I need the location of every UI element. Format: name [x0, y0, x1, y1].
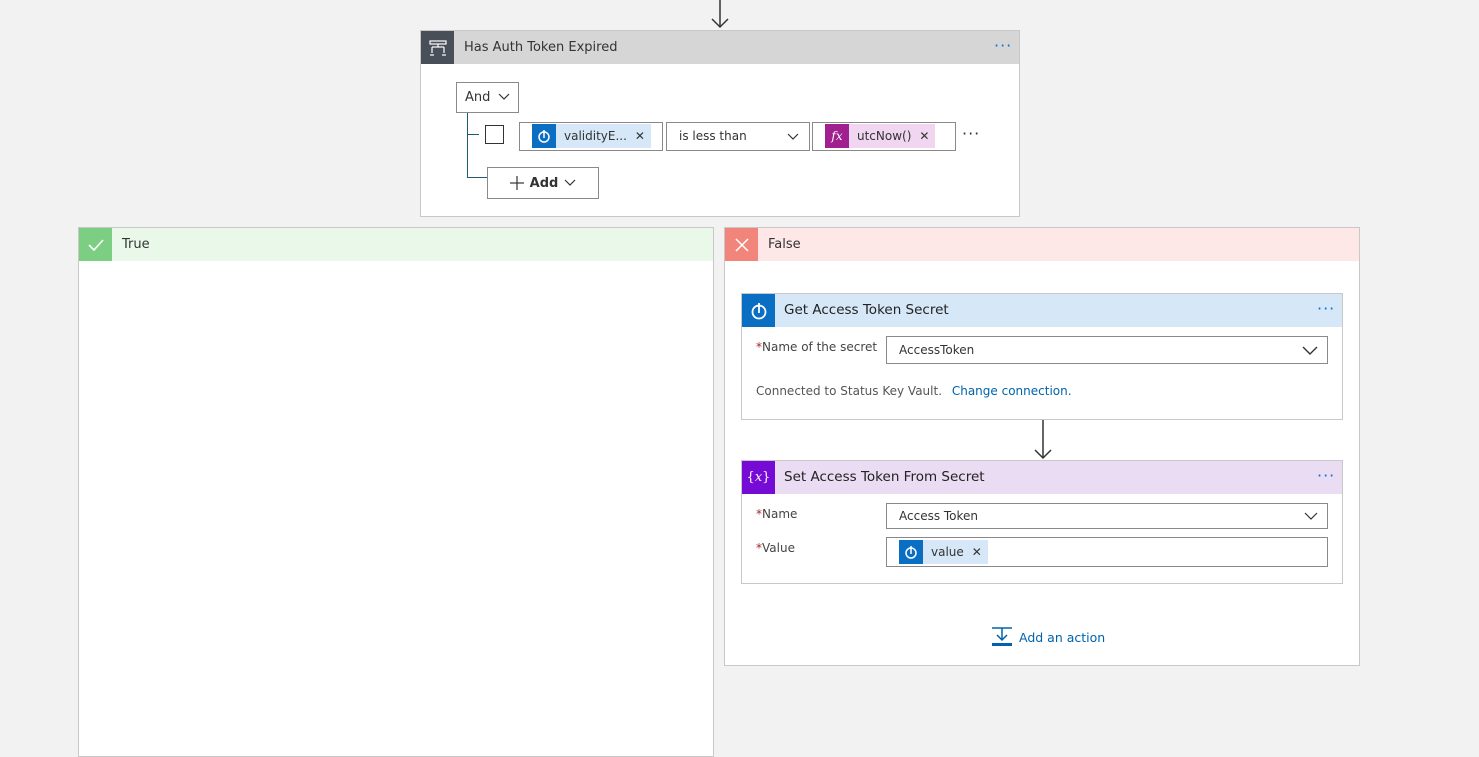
value-token-label: value: [931, 545, 964, 559]
key-vault-icon: [742, 294, 775, 327]
add-button-label: Add: [529, 175, 559, 191]
chevron-down-icon: [787, 133, 799, 140]
set-variable-more-menu[interactable]: ···: [1317, 461, 1335, 494]
tree-branch: [467, 177, 487, 178]
arrow-down-icon: [1034, 420, 1052, 460]
left-operand-field[interactable]: validityE... ✕: [519, 122, 663, 151]
tree-branch: [467, 134, 479, 135]
false-branch-label: False: [768, 237, 801, 252]
variable-value-field[interactable]: value ✕: [886, 537, 1328, 567]
validity-token-label: validityE...: [564, 129, 627, 143]
comparator-label: is less than: [679, 129, 747, 143]
add-action-icon: [992, 627, 1012, 646]
close-icon[interactable]: ✕: [635, 129, 651, 143]
set-variable-action: {x} Set Access Token From Secret ··· *Na…: [741, 460, 1343, 584]
get-secret-more-menu[interactable]: ···: [1317, 294, 1335, 327]
key-vault-icon: [899, 540, 923, 564]
get-secret-action: Get Access Token Secret ··· *Name of the…: [741, 293, 1343, 420]
and-operator-dropdown[interactable]: And: [456, 82, 519, 113]
variable-value-label: *Value: [756, 541, 795, 555]
condition-header[interactable]: Has Auth Token Expired ···: [421, 31, 1019, 64]
and-operator-label: And: [465, 90, 491, 105]
condition-more-menu[interactable]: ···: [994, 31, 1012, 64]
value-token[interactable]: value ✕: [899, 540, 988, 564]
secret-name-value: AccessToken: [899, 343, 975, 357]
add-button[interactable]: Add: [487, 167, 599, 199]
connection-info: Connected to Status Key Vault. Change co…: [756, 384, 1072, 398]
right-operand-field[interactable]: fx utcNow() ✕: [812, 122, 956, 151]
true-branch-panel: True: [78, 227, 714, 757]
true-branch-label: True: [122, 237, 150, 252]
get-secret-title: Get Access Token Secret: [784, 302, 949, 318]
condition-card: Has Auth Token Expired ··· And validityE…: [420, 30, 1020, 217]
utcnow-token-label: utcNow(): [857, 129, 912, 143]
plus-icon: [509, 176, 524, 190]
key-vault-icon: [532, 124, 556, 148]
comparator-dropdown[interactable]: is less than: [666, 122, 810, 151]
set-variable-header[interactable]: {x} Set Access Token From Secret ···: [742, 461, 1342, 494]
set-variable-title: Set Access Token From Secret: [784, 469, 985, 485]
close-icon[interactable]: ✕: [919, 129, 935, 143]
secret-name-dropdown[interactable]: AccessToken: [886, 336, 1328, 364]
variable-name-value: Access Token: [899, 509, 979, 523]
add-action-button[interactable]: Add an action: [991, 626, 1105, 648]
add-action-label: Add an action: [1019, 629, 1106, 645]
true-branch-header[interactable]: True: [79, 228, 713, 261]
connection-text: Connected to Status Key Vault.: [756, 384, 943, 398]
get-secret-header[interactable]: Get Access Token Secret ···: [742, 294, 1342, 327]
condition-title: Has Auth Token Expired: [464, 40, 618, 55]
row-checkbox[interactable]: [485, 125, 504, 144]
condition-icon: [421, 31, 454, 64]
false-branch-header[interactable]: False: [725, 228, 1359, 261]
variable-name-label: *Name: [756, 507, 798, 521]
fx-icon: fx: [825, 124, 849, 148]
chevron-down-icon: [498, 93, 510, 100]
tree-line: [467, 113, 468, 178]
chevron-down-icon: [564, 179, 576, 186]
variable-name-dropdown[interactable]: Access Token: [886, 503, 1328, 529]
close-icon: [725, 228, 758, 261]
chevron-down-icon: [1302, 346, 1318, 355]
close-icon[interactable]: ✕: [972, 539, 988, 565]
change-connection-link[interactable]: Change connection.: [952, 384, 1072, 398]
chevron-down-icon: [1304, 512, 1318, 520]
check-icon: [79, 228, 112, 261]
secret-name-label: *Name of the secret: [756, 340, 878, 354]
variable-icon: {x}: [742, 461, 775, 494]
utcnow-token[interactable]: fx utcNow() ✕: [825, 124, 936, 148]
false-branch-panel: False Get Access Token Secret ··· *Name …: [724, 227, 1360, 666]
row-more-menu[interactable]: ···: [962, 119, 980, 152]
validity-token[interactable]: validityE... ✕: [532, 124, 651, 148]
arrow-down-icon: [711, 0, 729, 29]
